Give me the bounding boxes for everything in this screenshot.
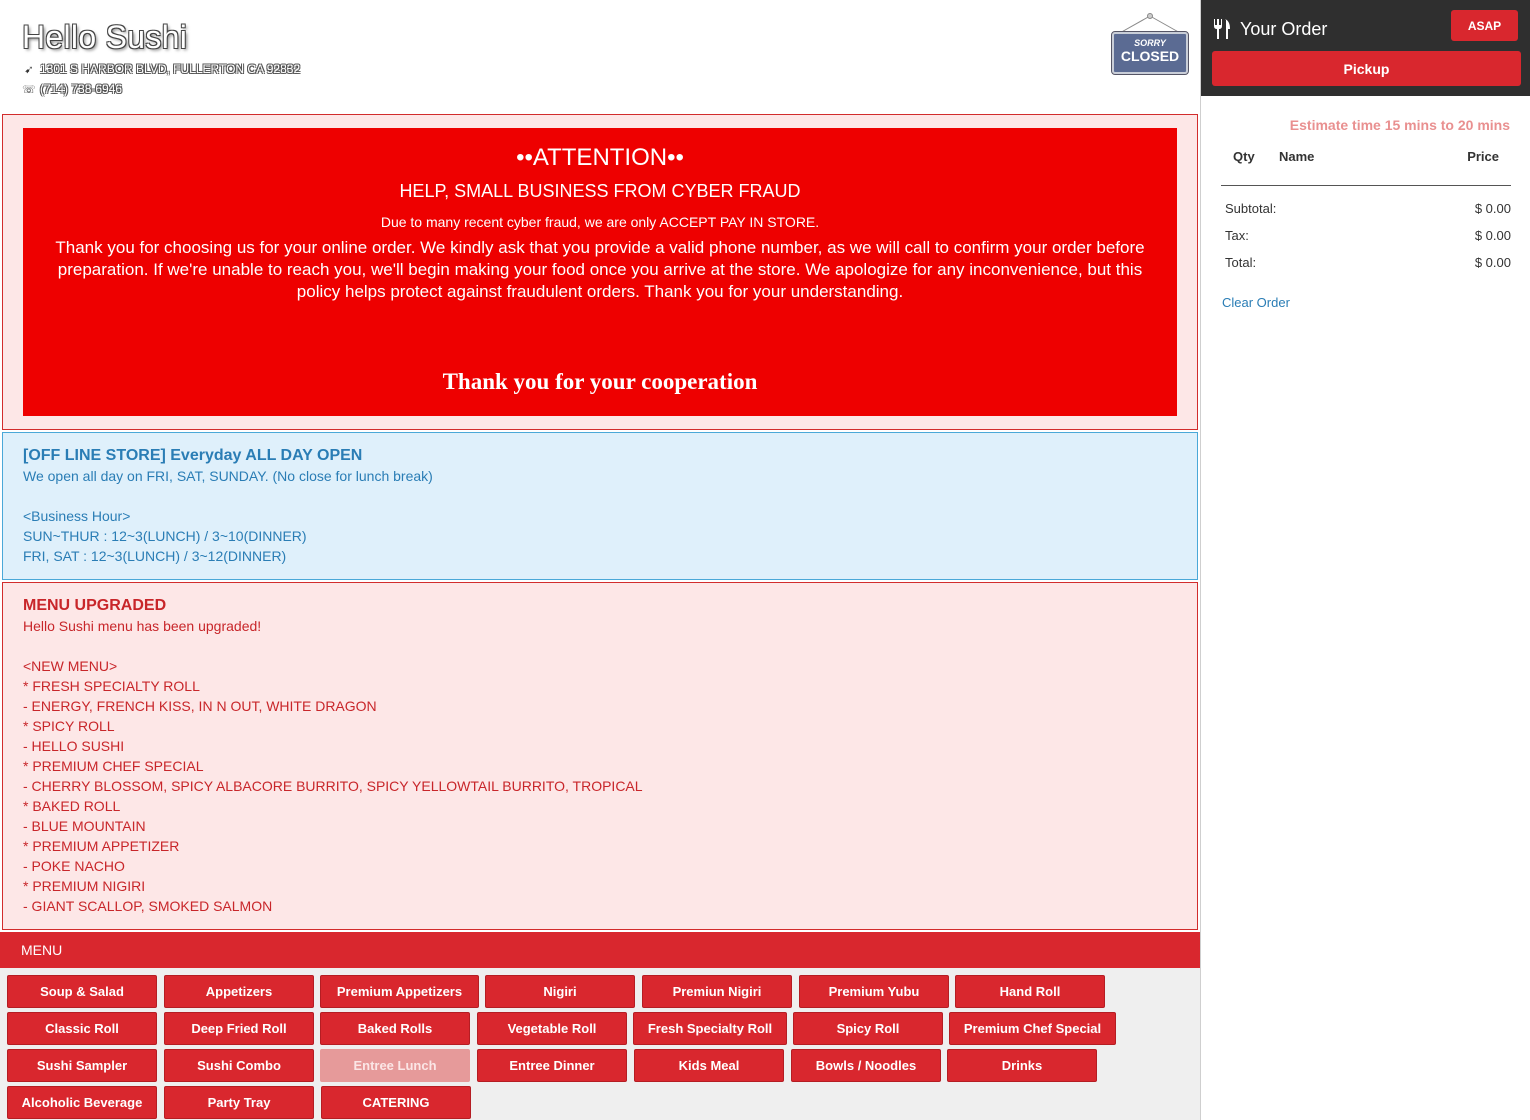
hours-line: We open all day on FRI, SAT, SUNDAY. (No…: [23, 468, 433, 484]
menu-upgraded-line: Hello Sushi menu has been upgraded!: [23, 618, 262, 634]
total-label: Total:: [1225, 255, 1257, 270]
menu-category-sushi-sampler[interactable]: Sushi Sampler: [7, 1049, 157, 1082]
menu-categories: Soup & Salad Appetizers Premium Appetize…: [0, 968, 1200, 1120]
attention-panel: ••ATTENTION•• HELP, SMALL BUSINESS FROM …: [2, 114, 1198, 430]
hours-line: [23, 486, 1177, 506]
attention-body: Thank you for choosing us for your onlin…: [55, 238, 1145, 301]
menu-category-premium-yubu[interactable]: Premium Yubu: [799, 975, 949, 1008]
menu-upgraded-panel: MENU UPGRADED Hello Sushi menu has been …: [2, 582, 1198, 930]
tax-label: Tax:: [1225, 228, 1249, 243]
hours-title: [OFF LINE STORE] Everyday ALL DAY OPEN: [23, 447, 363, 464]
menu-category-deep-fried-roll[interactable]: Deep Fried Roll: [164, 1012, 314, 1045]
menu-upgraded-line: - GIANT SCALLOP, SMOKED SALMON: [23, 898, 273, 914]
attention-box: ••ATTENTION•• HELP, SMALL BUSINESS FROM …: [23, 128, 1177, 416]
hours-line: <Business Hour>: [23, 508, 131, 524]
column-price: Price: [1467, 149, 1499, 164]
estimate-time: Estimate time 15 mins to 20 mins: [1289, 117, 1510, 133]
tax-value: $ 0.00: [1474, 228, 1511, 243]
store-address-line: ➹ 1301 S HARBOR BLVD, FULLERTON CA 92832: [22, 62, 1178, 76]
hours-line: FRI, SAT : 12~3(LUNCH) / 3~12(DINNER): [23, 548, 287, 564]
business-hours-panel: [OFF LINE STORE] Everyday ALL DAY OPEN W…: [2, 432, 1198, 580]
subtotal-value: $ 0.00: [1474, 201, 1511, 216]
attention-subtitle: HELP, SMALL BUSINESS FROM CYBER FRAUD: [399, 181, 801, 201]
subtotal-row: Subtotal: $ 0.00: [1225, 201, 1511, 216]
attention-note: Due to many recent cyber fraud, we are o…: [380, 214, 820, 230]
menu-category-fresh-specialty-roll[interactable]: Fresh Specialty Roll: [633, 1012, 787, 1045]
phone-icon: ☏: [22, 83, 36, 96]
column-name: Name: [1279, 149, 1315, 164]
menu-upgraded-line: - CHERRY BLOSSOM, SPICY ALBACORE BURRITO…: [23, 778, 643, 794]
menu-upgraded-line: * PREMIUM NIGIRI: [23, 878, 146, 894]
menu-category-premium-nigiri[interactable]: Premiun Nigiri: [642, 975, 792, 1008]
closed-sign: SORRY CLOSED: [1110, 12, 1190, 76]
menu-bar: MENU: [0, 932, 1200, 968]
sign-sorry-text: SORRY: [1134, 38, 1166, 48]
store-header: Hello Sushi ➹ 1301 S HARBOR BLVD, FULLER…: [0, 0, 1200, 114]
asap-button[interactable]: ASAP: [1451, 10, 1518, 41]
order-sidebar: Your Order ASAP Pickup Estimate time 15 …: [1200, 0, 1530, 1120]
fork-knife-icon: [1214, 19, 1230, 39]
menu-category-entree-dinner[interactable]: Entree Dinner: [477, 1049, 627, 1082]
menu-category-nigiri[interactable]: Nigiri: [485, 975, 635, 1008]
menu-category-catering[interactable]: CATERING: [321, 1086, 471, 1119]
column-qty: Qty: [1233, 149, 1255, 164]
location-arrow-icon: ➹: [24, 63, 34, 76]
closed-plate: SORRY CLOSED: [1111, 31, 1189, 75]
menu-category-classic-roll[interactable]: Classic Roll: [7, 1012, 157, 1045]
menu-category-vegetable-roll[interactable]: Vegetable Roll: [477, 1012, 627, 1045]
menu-category-soup-salad[interactable]: Soup & Salad: [7, 975, 157, 1008]
store-address: 1301 S HARBOR BLVD, FULLERTON CA 92832: [40, 62, 301, 76]
total-row: Total: $ 0.00: [1225, 255, 1511, 270]
order-title-wrap: Your Order: [1213, 18, 1327, 40]
menu-upgraded-line: * PREMIUM APPETIZER: [23, 838, 180, 854]
menu-upgraded-line: * BAKED ROLL: [23, 798, 121, 814]
order-columns: Qty Name Price: [1221, 148, 1511, 186]
total-value: $ 0.00: [1474, 255, 1511, 270]
menu-upgraded-title: MENU UPGRADED: [23, 597, 167, 614]
hours-line: SUN~THUR : 12~3(LUNCH) / 3~10(DINNER): [23, 528, 307, 544]
menu-upgraded-line: * PREMIUM CHEF SPECIAL: [23, 758, 204, 774]
menu-upgraded-line: * SPICY ROLL: [23, 718, 115, 734]
menu-upgraded-line: - HELLO SUSHI: [23, 738, 125, 754]
store-phone[interactable]: (714) 738-6946: [40, 82, 122, 96]
menu-upgraded-line: - ENERGY, FRENCH KISS, IN N OUT, WHITE D…: [23, 698, 377, 714]
sign-closed-text: CLOSED: [1120, 48, 1180, 64]
order-title: Your Order: [1240, 18, 1328, 39]
menu-upgraded-line: [23, 636, 1177, 656]
attention-title: ••ATTENTION••: [516, 144, 684, 171]
menu-upgraded-line: * FRESH SPECIALTY ROLL: [23, 678, 200, 694]
menu-category-premium-appetizers[interactable]: Premium Appetizers: [320, 975, 479, 1008]
pickup-button[interactable]: Pickup: [1212, 51, 1521, 86]
tax-row: Tax: $ 0.00: [1225, 228, 1511, 243]
menu-upgraded-line: - POKE NACHO: [23, 858, 125, 874]
menu-category-drinks[interactable]: Drinks: [947, 1049, 1097, 1082]
menu-category-baked-rolls[interactable]: Baked Rolls: [320, 1012, 470, 1045]
store-phone-line[interactable]: ☏ (714) 738-6946: [22, 82, 1178, 96]
order-header: Your Order ASAP Pickup: [1201, 0, 1530, 96]
menu-category-bowls-noodles[interactable]: Bowls / Noodles: [791, 1049, 941, 1082]
store-name: Hello Sushi: [22, 19, 188, 55]
menu-category-spicy-roll[interactable]: Spicy Roll: [793, 1012, 943, 1045]
menu-category-appetizers[interactable]: Appetizers: [164, 975, 314, 1008]
clear-order-link[interactable]: Clear Order: [1222, 295, 1290, 310]
menu-category-entree-lunch[interactable]: Entree Lunch: [320, 1049, 470, 1082]
menu-category-alcoholic-beverage[interactable]: Alcoholic Beverage: [7, 1086, 157, 1119]
menu-category-sushi-combo[interactable]: Sushi Combo: [164, 1049, 314, 1082]
menu-upgraded-line: <NEW MENU>: [23, 658, 118, 674]
menu-category-kids-meal[interactable]: Kids Meal: [634, 1049, 784, 1082]
attention-thanks: Thank you for your cooperation: [442, 369, 758, 394]
menu-category-party-tray[interactable]: Party Tray: [164, 1086, 314, 1119]
menu-category-premium-chef-special[interactable]: Premium Chef Special: [949, 1012, 1116, 1045]
subtotal-label: Subtotal:: [1225, 201, 1277, 216]
menu-upgraded-line: - BLUE MOUNTAIN: [23, 818, 146, 834]
main-column: Hello Sushi ➹ 1301 S HARBOR BLVD, FULLER…: [0, 0, 1200, 1120]
menu-category-hand-roll[interactable]: Hand Roll: [955, 975, 1105, 1008]
